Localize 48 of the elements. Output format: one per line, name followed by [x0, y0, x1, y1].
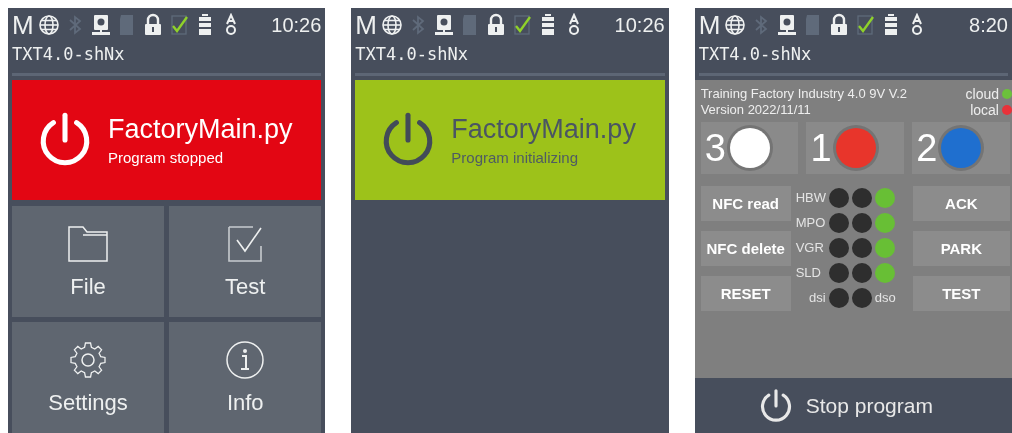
- webcam-icon: [89, 13, 112, 37]
- panel-button[interactable]: ACK: [912, 186, 1010, 221]
- menu-tile[interactable]: Info: [169, 322, 322, 433]
- io-label: dsi: [808, 290, 826, 305]
- menu-tile[interactable]: File: [12, 206, 165, 317]
- program-card[interactable]: FactoryMain.py Program initializing: [355, 80, 665, 200]
- module-label: SLD: [795, 265, 822, 280]
- program-name: FactoryMain.py: [451, 114, 636, 145]
- lock-icon: [485, 13, 507, 37]
- clock: 10:26: [614, 13, 665, 37]
- panel-button[interactable]: PARK: [912, 231, 1010, 266]
- globe-icon: [381, 13, 403, 37]
- device-name: TXT4.0-shNx: [11, 43, 126, 66]
- device-name: TXT4.0-shNx: [697, 43, 813, 66]
- check-icon: [511, 13, 533, 37]
- module-label: MPO: [795, 215, 826, 230]
- connection-label: cloud: [965, 86, 999, 102]
- color-button[interactable]: 2: [912, 122, 1010, 174]
- version-text: Version 2022/11/11: [700, 102, 812, 118]
- check-icon: [854, 13, 877, 37]
- program-card[interactable]: FactoryMain.py Program stopped: [12, 80, 322, 200]
- globe-icon: [37, 13, 60, 37]
- panel-button[interactable]: NFC delete: [700, 231, 791, 266]
- device-name: TXT4.0-shNx: [354, 43, 469, 66]
- program-name: FactoryMain.py: [108, 114, 293, 145]
- panel-button[interactable]: RESET: [700, 276, 791, 311]
- color-button[interactable]: 3: [700, 122, 799, 174]
- clock: 8:20: [969, 13, 1008, 37]
- io-label: dso: [874, 290, 897, 305]
- panel-button[interactable]: NFC read: [700, 186, 791, 221]
- mode-indicator: M: [698, 12, 721, 38]
- clock: 10:26: [271, 13, 322, 37]
- globe-icon: [724, 13, 747, 37]
- color-button[interactable]: 1: [806, 122, 905, 174]
- program-status: Program initializing: [451, 149, 580, 166]
- panel-button[interactable]: TEST: [912, 276, 1010, 311]
- module-label: HBW: [795, 190, 826, 205]
- webcam-icon: [433, 13, 455, 37]
- panel-title: Training Factory Industry 4.0 9V V.2: [700, 86, 908, 102]
- program-status: Program stopped: [108, 149, 225, 166]
- mode-indicator: M: [355, 12, 377, 38]
- module-label: VGR: [795, 240, 825, 255]
- menu-tile[interactable]: Settings: [12, 322, 165, 433]
- webcam-icon: [776, 13, 799, 37]
- connection-label: local: [970, 102, 999, 118]
- folder-icon: [66, 223, 111, 264]
- mode-indicator: M: [12, 12, 34, 38]
- menu-tile[interactable]: Test: [169, 206, 322, 317]
